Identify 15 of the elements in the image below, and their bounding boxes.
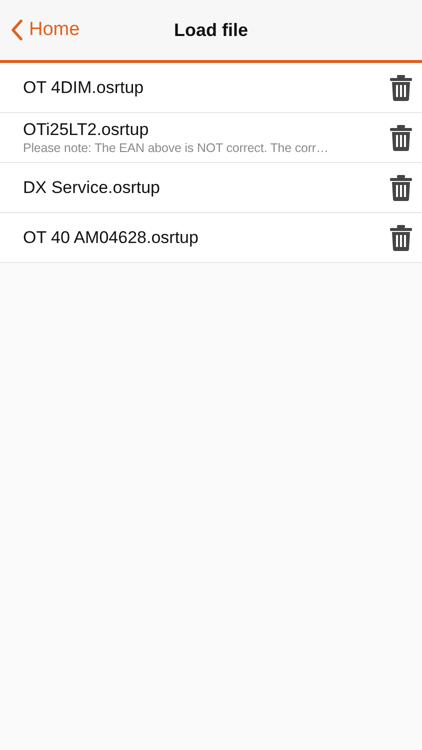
file-row[interactable]: OTi25LT2.osrtup Please note: The EAN above is NOT correct. The corr…: [0, 113, 422, 163]
file-row[interactable]: OT 4DIM.osrtup: [0, 63, 422, 113]
trash-icon[interactable]: [390, 124, 412, 150]
file-name: OT 40 AM04628.osrtup: [23, 228, 200, 248]
chevron-left-icon: [10, 19, 23, 41]
file-name: OT 4DIM.osrtup: [23, 78, 145, 98]
file-name: OTi25LT2.osrtup: [23, 120, 150, 140]
file-row[interactable]: OT 40 AM04628.osrtup: [0, 213, 422, 263]
trash-icon[interactable]: [390, 224, 412, 250]
file-row[interactable]: DX Service.osrtup: [0, 163, 422, 213]
trash-icon[interactable]: [390, 74, 412, 100]
file-name: DX Service.osrtup: [23, 178, 161, 198]
trash-icon[interactable]: [390, 174, 412, 200]
file-note: Please note: The EAN above is NOT correct. The corr…: [23, 141, 330, 155]
page-title: Load file: [174, 20, 248, 40]
